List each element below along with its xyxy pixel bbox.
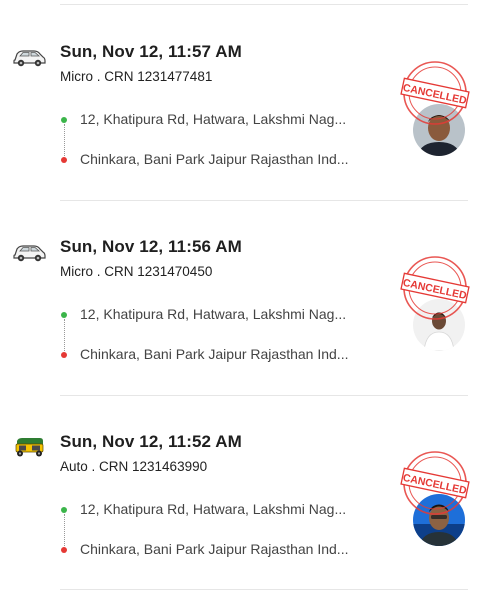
drop-address: Chinkara, Bani Park Jaipur Rajasthan Ind… <box>80 346 349 362</box>
pickup-address: 12, Khatipura Rd, Hatwara, Lakshmi Nag..… <box>80 306 347 322</box>
route-line <box>63 514 65 546</box>
car-icon <box>13 50 46 67</box>
ride-crn: Micro . CRN 1231477481 <box>60 69 213 84</box>
ride-card[interactable]: Sun, Nov 12, 11:52 AM Auto . CRN 1231463… <box>0 428 482 593</box>
route-line <box>63 319 65 351</box>
car-icon <box>13 245 46 262</box>
divider-top <box>60 4 468 5</box>
pickup-dot-icon <box>61 117 67 123</box>
divider <box>60 200 468 201</box>
drop-dot-icon <box>61 547 67 553</box>
route-line <box>63 124 65 156</box>
cancelled-stamp-icon: CANCELLED <box>400 256 470 320</box>
ride-datetime: Sun, Nov 12, 11:57 AM <box>60 42 242 61</box>
pickup-address: 12, Khatipura Rd, Hatwara, Lakshmi Nag..… <box>80 501 347 517</box>
pickup-dot-icon <box>61 507 67 513</box>
ride-crn: Auto . CRN 1231463990 <box>60 459 208 474</box>
cancelled-stamp-icon: CANCELLED <box>400 61 470 125</box>
drop-dot-icon <box>61 157 67 163</box>
drop-address: Chinkara, Bani Park Jaipur Rajasthan Ind… <box>80 541 349 557</box>
auto-rickshaw-icon <box>15 438 44 457</box>
divider <box>60 589 468 590</box>
pickup-address: 12, Khatipura Rd, Hatwara, Lakshmi Nag..… <box>80 111 347 127</box>
pickup-dot-icon <box>61 312 67 318</box>
divider <box>60 395 468 396</box>
ride-crn: Micro . CRN 1231470450 <box>60 264 213 279</box>
ride-datetime: Sun, Nov 12, 11:56 AM <box>60 237 242 256</box>
drop-address: Chinkara, Bani Park Jaipur Rajasthan Ind… <box>80 151 349 167</box>
drop-dot-icon <box>61 352 67 358</box>
ride-datetime: Sun, Nov 12, 11:52 AM <box>60 432 242 451</box>
cancelled-stamp-icon: CANCELLED <box>400 451 470 515</box>
